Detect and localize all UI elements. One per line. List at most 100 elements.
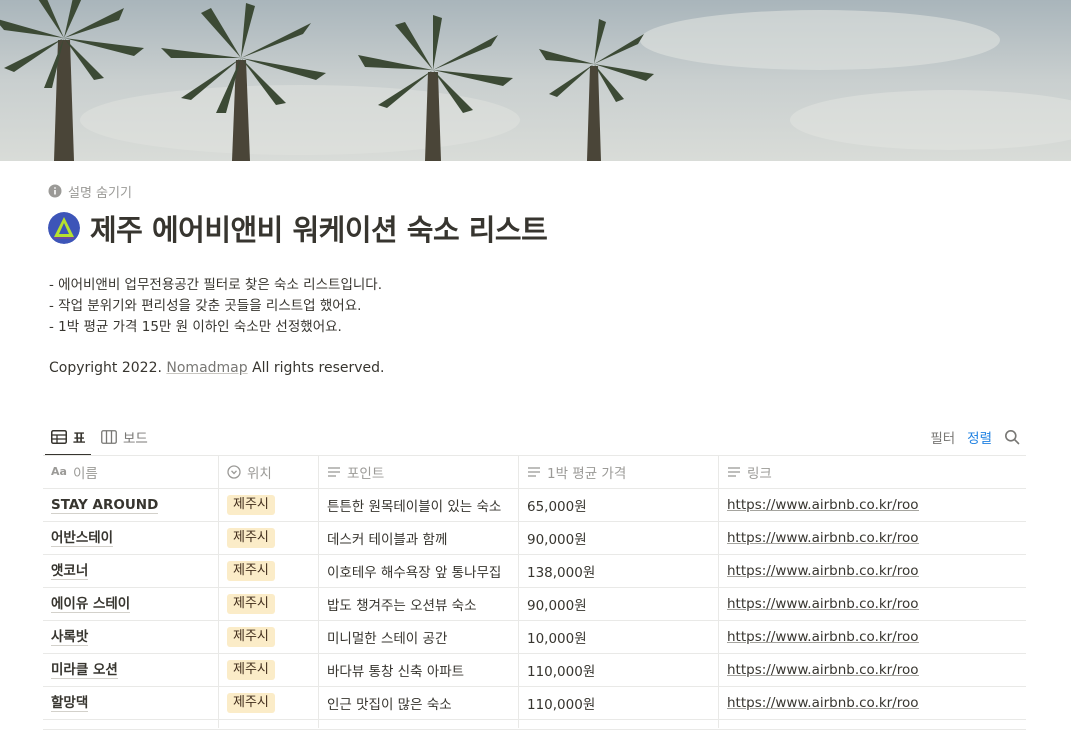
database-view-bar: 표 보드 필터 정렬 [43,420,1026,456]
name-cell[interactable]: 사록밧 [43,621,219,653]
copyright-prefix: Copyright 2022. [49,360,162,376]
column-header-price[interactable]: 1박 평균 가격 [519,456,719,488]
name-cell [43,720,219,728]
price-cell[interactable]: 138,000원 [519,555,719,587]
database-table: Aa 이름 위치 포인트 1박 평균 가격 링크 STAY AROUND 제주시… [43,455,1026,728]
table-row-partial [43,720,1026,728]
palm-trees-illustration [0,0,1071,161]
point-cell[interactable]: 인근 맛집이 많은 숙소 [319,687,519,719]
airbnb-link[interactable]: https://www.airbnb.co.kr/room [727,629,919,645]
page-header: 제주 에어비앤비 워케이션 숙소 리스트 [48,208,548,248]
point-cell[interactable]: 밥도 챙겨주는 오션뷰 숙소 [319,588,519,620]
table-bottom-divider [43,729,1026,730]
airbnb-link[interactable]: https://www.airbnb.co.kr/room [727,596,919,612]
cover-image [0,0,1071,161]
table-row[interactable]: 할망댁 제주시 인근 맛집이 많은 숙소 110,000원 https://ww… [43,687,1026,720]
view-toolbar: 필터 정렬 [930,424,1020,450]
location-tag: 제주시 [227,627,275,647]
sort-button[interactable]: 정렬 [967,427,992,447]
price-cell[interactable]: 10,000원 [519,621,719,653]
title-property-icon: Aa [51,465,67,478]
row-name[interactable]: 할망댁 [51,695,89,712]
row-name[interactable]: 어반스테이 [51,530,114,547]
name-cell[interactable]: STAY AROUND [43,489,219,521]
column-header-name[interactable]: Aa 이름 [43,456,219,488]
price-cell[interactable]: 90,000원 [519,588,719,620]
location-cell[interactable]: 제주시 [219,654,319,686]
link-cell [719,720,1026,728]
price-cell[interactable]: 90,000원 [519,522,719,554]
row-name[interactable]: 미라클 오션 [51,662,118,679]
description-line: - 에어비앤비 업무전용공간 필터로 찾은 숙소 리스트입니다. [49,277,382,293]
table-row[interactable]: 에이유 스테이 제주시 밥도 챙겨주는 오션뷰 숙소 90,000원 https… [43,588,1026,621]
table-row[interactable]: 사록밧 제주시 미니멀한 스테이 공간 10,000원 https://www.… [43,621,1026,654]
column-header-label: 이름 [72,466,98,482]
nomadmap-link[interactable]: Nomadmap [166,360,247,376]
board-icon [101,430,117,444]
location-cell[interactable]: 제주시 [219,489,319,521]
link-cell[interactable]: https://www.airbnb.co.kr/room [719,654,1026,686]
location-cell[interactable]: 제주시 [219,621,319,653]
location-cell [219,720,319,728]
copyright-suffix: All rights reserved. [252,360,385,376]
name-cell[interactable]: 앳코너 [43,555,219,587]
link-cell[interactable]: https://www.airbnb.co.kr/room [719,621,1026,653]
name-cell[interactable]: 미라클 오션 [43,654,219,686]
price-cell[interactable]: 110,000원 [519,687,719,719]
tab-board-view[interactable]: 보드 [95,424,154,450]
location-cell[interactable]: 제주시 [219,588,319,620]
name-cell[interactable]: 어반스테이 [43,522,219,554]
name-cell[interactable]: 에이유 스테이 [43,588,219,620]
location-cell[interactable]: 제주시 [219,687,319,719]
tab-table-view[interactable]: 표 [45,424,92,456]
price-cell[interactable]: 65,000원 [519,489,719,521]
select-property-icon [227,465,241,479]
search-icon[interactable] [1004,429,1020,445]
table-row[interactable]: 앳코너 제주시 이호테우 해수욕장 앞 통나무집 138,000원 https:… [43,555,1026,588]
link-cell[interactable]: https://www.airbnb.co.kr/room [719,489,1026,521]
point-cell[interactable]: 미니멀한 스테이 공간 [319,621,519,653]
point-cell[interactable]: 바다뷰 통창 신축 아파트 [319,654,519,686]
row-name[interactable]: 사록밧 [51,629,89,646]
filter-button[interactable]: 필터 [930,427,955,447]
price-cell[interactable]: 110,000원 [519,654,719,686]
text-property-icon [328,467,340,477]
airbnb-link[interactable]: https://www.airbnb.co.kr/room [727,497,919,513]
copyright-text: Copyright 2022. Nomadmap All rights rese… [49,358,385,379]
point-cell[interactable]: 데스커 테이블과 함께 [319,522,519,554]
airbnb-link[interactable]: https://www.airbnb.co.kr/room [727,695,919,711]
link-cell[interactable]: https://www.airbnb.co.kr/room [719,588,1026,620]
column-header-location[interactable]: 위치 [219,456,319,488]
location-cell[interactable]: 제주시 [219,522,319,554]
column-header-label: 위치 [247,466,272,482]
info-icon [48,184,62,198]
hide-description-toggle[interactable]: 설명 숨기기 [48,182,132,201]
airbnb-link[interactable]: https://www.airbnb.co.kr/room [727,563,919,579]
location-cell[interactable]: 제주시 [219,555,319,587]
table-row[interactable]: 어반스테이 제주시 데스커 테이블과 함께 90,000원 https://ww… [43,522,1026,555]
description-line: - 작업 분위기와 편리성을 갖춘 곳들을 리스트업 했어요. [49,298,362,314]
tab-board-label: 보드 [123,431,148,447]
column-header-label: 포인트 [347,466,385,482]
table-row[interactable]: STAY AROUND 제주시 튼튼한 원목테이블이 있는 숙소 65,000원… [43,489,1026,522]
column-header-link[interactable]: 링크 [719,456,1026,488]
row-name[interactable]: STAY AROUND [51,497,159,514]
link-cell[interactable]: https://www.airbnb.co.kr/room [719,522,1026,554]
point-cell [319,720,519,728]
text-property-icon [528,467,540,477]
row-name[interactable]: 에이유 스테이 [51,596,131,613]
table-row[interactable]: 미라클 오션 제주시 바다뷰 통창 신축 아파트 110,000원 https:… [43,654,1026,687]
location-tag: 제주시 [227,660,275,680]
link-cell[interactable]: https://www.airbnb.co.kr/room [719,555,1026,587]
point-cell[interactable]: 이호테우 해수욕장 앞 통나무집 [319,555,519,587]
description-line: - 1박 평균 가격 15만 원 이하인 숙소만 선정했어요. [49,319,342,335]
airbnb-link[interactable]: https://www.airbnb.co.kr/room [727,530,919,546]
location-tag: 제주시 [227,561,275,581]
link-cell[interactable]: https://www.airbnb.co.kr/room [719,687,1026,719]
row-name[interactable]: 앳코너 [51,563,89,580]
point-cell[interactable]: 튼튼한 원목테이블이 있는 숙소 [319,489,519,521]
name-cell[interactable]: 할망댁 [43,687,219,719]
text-property-icon [728,467,740,477]
column-header-point[interactable]: 포인트 [319,456,519,488]
airbnb-link[interactable]: https://www.airbnb.co.kr/room [727,662,919,678]
